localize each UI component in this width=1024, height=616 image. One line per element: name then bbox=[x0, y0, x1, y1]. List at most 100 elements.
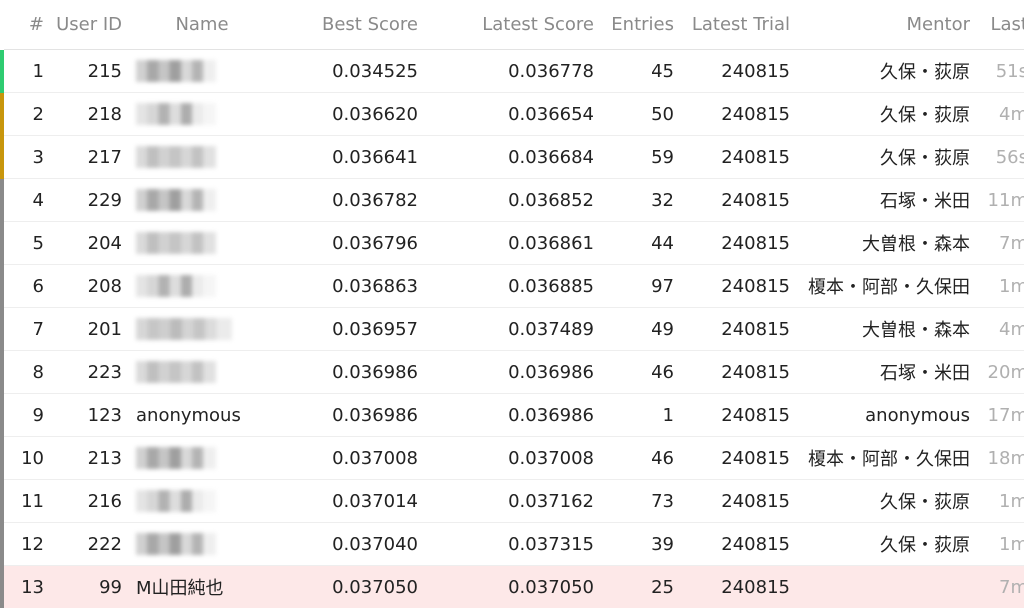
header-mentor[interactable]: Mentor bbox=[790, 0, 970, 50]
header-latest-trial[interactable]: Latest Trial bbox=[674, 0, 790, 50]
header-entries[interactable]: Entries bbox=[594, 0, 674, 50]
best-score-cell: 0.034525 bbox=[332, 60, 418, 82]
table-row: 9 123 anonymous 0.036986 0.036986 1 2408… bbox=[0, 393, 1024, 437]
table-row: 12 222 0.037040 0.037315 39 240815 久保・荻原… bbox=[0, 522, 1024, 566]
latest-score-cell: 0.036986 bbox=[418, 393, 594, 437]
redacted-name bbox=[136, 103, 216, 125]
user-id-cell: 123 bbox=[48, 393, 130, 437]
mentor-cell: 石塚・米田 bbox=[790, 178, 970, 222]
user-id-cell: 213 bbox=[48, 436, 130, 480]
name-cell bbox=[130, 436, 268, 480]
last-cell: 4m bbox=[970, 307, 1024, 351]
name-cell bbox=[130, 135, 268, 179]
redacted-name bbox=[136, 490, 216, 512]
entries-cell: 39 bbox=[594, 522, 674, 566]
mentor-cell: 大曽根・森本 bbox=[790, 221, 970, 265]
last-cell: 1m bbox=[970, 522, 1024, 566]
redacted-name bbox=[136, 318, 232, 340]
user-id-cell: 229 bbox=[48, 178, 130, 222]
rank-cell: 11 bbox=[0, 479, 48, 523]
mentor-cell: 榎本・阿部・久保田 bbox=[790, 264, 970, 308]
redacted-name bbox=[136, 533, 216, 555]
last-cell: 18m bbox=[970, 436, 1024, 480]
best-score-cell: 0.036863 bbox=[268, 264, 418, 308]
latest-trial-cell: 240815 bbox=[674, 565, 790, 608]
latest-score-cell: 0.037008 bbox=[418, 436, 594, 480]
user-id-cell: 99 bbox=[48, 565, 130, 608]
redacted-name bbox=[136, 275, 216, 297]
entries-cell: 44 bbox=[594, 221, 674, 265]
entries-cell: 46 bbox=[594, 436, 674, 480]
user-id-cell: 217 bbox=[48, 135, 130, 179]
best-score-cell: 0.037040 bbox=[268, 522, 418, 566]
latest-score-cell: 0.036654 bbox=[418, 92, 594, 136]
latest-trial-cell: 240815 bbox=[674, 264, 790, 308]
name-cell: M山田純也 bbox=[130, 565, 268, 608]
latest-score-cell: 0.037315 bbox=[418, 522, 594, 566]
latest-trial-cell: 240815 bbox=[721, 60, 790, 82]
redacted-name bbox=[136, 361, 216, 383]
header-rank[interactable]: # bbox=[2, 0, 48, 50]
last-cell: 7m bbox=[970, 565, 1024, 608]
latest-trial-cell: 240815 bbox=[674, 307, 790, 351]
latest-score-cell: 0.036778 bbox=[508, 60, 594, 82]
name-cell bbox=[130, 350, 268, 394]
mentor-cell: 久保・荻原 bbox=[790, 479, 970, 523]
entries-cell: 32 bbox=[594, 178, 674, 222]
last-cell: 51s bbox=[995, 60, 1024, 82]
header-latest-score[interactable]: Latest Score bbox=[418, 0, 594, 50]
last-cell: 7m bbox=[970, 221, 1024, 265]
latest-score-cell: 0.036861 bbox=[418, 221, 594, 265]
rank-cell: 6 bbox=[0, 264, 48, 308]
entries-cell: 46 bbox=[594, 350, 674, 394]
entries-cell: 50 bbox=[594, 92, 674, 136]
table-row: 8 223 0.036986 0.036986 46 240815 石塚・米田 … bbox=[0, 350, 1024, 394]
name-cell bbox=[130, 307, 268, 351]
latest-score-cell: 0.037162 bbox=[418, 479, 594, 523]
name-cell bbox=[130, 92, 268, 136]
user-id-cell: 215 bbox=[87, 60, 122, 82]
header-user-id[interactable]: User ID bbox=[48, 0, 130, 50]
entries-cell: 45 bbox=[651, 60, 674, 82]
last-cell: 11m bbox=[970, 178, 1024, 222]
redacted-name bbox=[136, 146, 216, 168]
name-cell bbox=[130, 522, 268, 566]
entries-cell: 73 bbox=[594, 479, 674, 523]
rank-cell: 9 bbox=[0, 393, 48, 437]
latest-score-cell: 0.036852 bbox=[418, 178, 594, 222]
header-name[interactable]: Name bbox=[130, 0, 268, 50]
mentor-cell: 久保・荻原 bbox=[790, 92, 970, 136]
leaderboard-table: # User ID Name Best Score Latest Score E… bbox=[0, 0, 1024, 608]
redacted-name bbox=[136, 232, 216, 254]
rank-cell: 7 bbox=[0, 307, 48, 351]
latest-trial-cell: 240815 bbox=[674, 135, 790, 179]
rank-cell: 1 bbox=[0, 49, 48, 93]
latest-trial-cell: 240815 bbox=[674, 479, 790, 523]
rank-cell: 8 bbox=[0, 350, 48, 394]
rank-cell: 10 bbox=[0, 436, 48, 480]
user-id-cell: 218 bbox=[48, 92, 130, 136]
table-row: 3 217 0.036641 0.036684 59 240815 久保・荻原 … bbox=[0, 135, 1024, 179]
rank-cell: 12 bbox=[0, 522, 48, 566]
latest-trial-cell: 240815 bbox=[674, 393, 790, 437]
entries-cell: 1 bbox=[594, 393, 674, 437]
name-cell bbox=[130, 264, 268, 308]
table-row: 11 216 0.037014 0.037162 73 240815 久保・荻原… bbox=[0, 479, 1024, 523]
header-best-score[interactable]: Best Score bbox=[268, 0, 418, 50]
name-cell bbox=[130, 221, 268, 265]
latest-trial-cell: 240815 bbox=[674, 178, 790, 222]
user-id-cell: 204 bbox=[48, 221, 130, 265]
best-score-cell: 0.036620 bbox=[268, 92, 418, 136]
latest-score-cell: 0.037050 bbox=[418, 565, 594, 608]
header-last[interactable]: Last bbox=[970, 0, 1024, 50]
best-score-cell: 0.037008 bbox=[268, 436, 418, 480]
name-cell bbox=[130, 178, 268, 222]
table-row: 2 218 0.036620 0.036654 50 240815 久保・荻原 … bbox=[0, 92, 1024, 136]
last-cell: 20m bbox=[970, 350, 1024, 394]
rank-cell: 5 bbox=[0, 221, 48, 265]
mentor-cell bbox=[790, 565, 970, 608]
latest-trial-cell: 240815 bbox=[674, 221, 790, 265]
user-id-cell: 208 bbox=[48, 264, 130, 308]
latest-trial-cell: 240815 bbox=[674, 522, 790, 566]
best-score-cell: 0.036796 bbox=[268, 221, 418, 265]
